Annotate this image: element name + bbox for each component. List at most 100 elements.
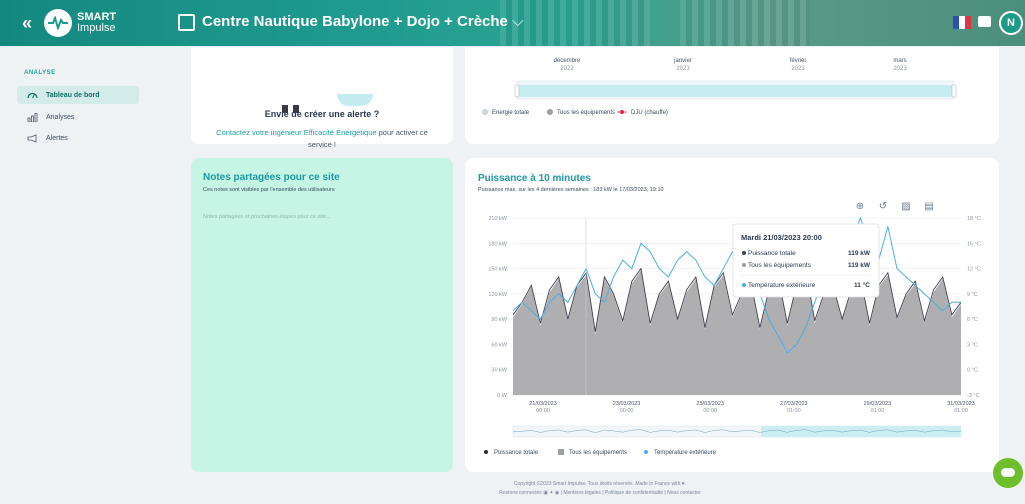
legend-marker	[644, 450, 648, 454]
notes-subtitle: Ces notes sont visibles par l'ensemble d…	[203, 187, 335, 193]
x-tick-date: 21/03/2023	[529, 401, 557, 407]
x-tick-date: 29/03/2023	[864, 401, 892, 407]
site-selector[interactable]: Centre Nautique Babylone + Dojo + Crèche…	[202, 13, 523, 30]
help-chat-button[interactable]	[993, 458, 1023, 488]
logo-pulse-icon	[44, 9, 72, 37]
legend-energy-total: Energie totale	[492, 110, 530, 116]
y-tick-label: 0 W	[497, 393, 508, 399]
power-chart-card: Puissance à 10 minutes Puissance max. su…	[465, 158, 999, 472]
chevron-down-icon: ⌵	[512, 13, 524, 30]
x-tick-time: 01:00	[787, 408, 801, 414]
building-icon	[178, 14, 195, 31]
legend-outdoor-temp: Température extérieure	[654, 450, 717, 456]
logo-text-line2: Impulse	[77, 22, 116, 34]
y-right-tick-label: -3 °C	[967, 393, 980, 399]
legend-marker	[484, 450, 488, 454]
month-year: 2023	[676, 66, 690, 72]
x-tick-date: 23/03/2023	[613, 401, 641, 407]
y-right-tick-label: 0 °C	[967, 368, 978, 374]
alert-text: Contactez votre ingénieur Efficacité Éne…	[211, 127, 433, 151]
tooltip-row-label: Température extérieure	[748, 282, 816, 289]
french-flag-icon[interactable]	[953, 16, 971, 29]
y-right-tick-label: 6 °C	[967, 317, 978, 323]
megaphone-icon	[27, 133, 37, 143]
energy-navigator-chart: décembre 2022 janvier 2023 février 2023 …	[482, 58, 957, 116]
y-tick-label: 210 kW	[488, 216, 507, 222]
copyright-text: Copyright ©2023 Smart Impulse, Tous droi…	[513, 481, 687, 487]
month-label: mars	[893, 58, 906, 64]
y-right-tick-label: 15 °C	[967, 241, 981, 247]
month-label: janvier	[673, 58, 692, 64]
alert-title: Envie de créer une alerte ?	[264, 109, 380, 119]
month-year: 2022	[560, 66, 574, 72]
sidebar: ANALYSE Tableau de bord Analyses Alertes	[0, 46, 150, 504]
collapse-sidebar-icon[interactable]: «	[22, 13, 42, 34]
tooltip-row-label: Puissance totale	[748, 250, 796, 257]
tooltip-marker	[742, 251, 746, 255]
bar-chart-icon	[27, 112, 38, 122]
y-right-tick-label: 3 °C	[967, 342, 978, 348]
sidebar-item-dashboard[interactable]: Tableau de bord	[17, 86, 139, 104]
top-header: « SMART Impulse Centre Nautique Babylone…	[0, 0, 1025, 46]
notes-card: Notes partagées pour ce site Ces notes s…	[191, 158, 453, 472]
legend-all-equipment: Tous les équipements	[569, 450, 627, 456]
navigator-selection[interactable]	[517, 85, 954, 97]
y-axis-left: 210 kW 180 kW 150 kW 120 kW 90 kW 60 kW 30 kW 0…	[488, 216, 507, 399]
sidebar-item-alerts[interactable]: Alertes	[17, 129, 139, 147]
tooltip-row-value: 119 kW	[848, 262, 871, 269]
tooltip-row-value: 11 °C	[854, 281, 870, 289]
x-tick-time: 00:00	[703, 408, 717, 414]
sidebar-item-label: Tableau de bord	[46, 91, 100, 99]
y-tick-label: 60 kW	[491, 342, 507, 348]
x-tick-time: 00:00	[620, 408, 634, 414]
y-right-tick-label: 12 °C	[967, 267, 981, 273]
month-year: 2023	[893, 66, 907, 72]
month-labels: décembre 2022 janvier 2023 février 2023 …	[554, 58, 908, 72]
month-label: décembre	[554, 58, 581, 64]
sidebar-item-label: Alertes	[46, 134, 68, 142]
y-tick-label: 150 kW	[488, 267, 507, 273]
sidebar-item-analyses[interactable]: Analyses	[17, 108, 139, 126]
y-tick-label: 90 kW	[491, 317, 507, 323]
footer-connect-label: Restons connectés	[499, 490, 542, 496]
notes-textarea[interactable]: Notes partagées et prochaines étapes pou…	[203, 214, 331, 220]
month-year: 2023	[791, 66, 805, 72]
smart-impulse-logo[interactable]: SMART Impulse	[44, 9, 116, 37]
x-tick-date: 25/03/2023	[696, 401, 724, 407]
power-chart: 210 kW 180 kW 150 kW 120 kW 90 kW 60 kW 30 kW 0…	[484, 216, 981, 456]
y-right-tick-label: 9 °C	[967, 292, 978, 298]
legend-total-power: Puissance totale	[494, 450, 539, 456]
message-icon[interactable]	[978, 16, 991, 27]
page-footer: Copyright ©2023 Smart Impulse, Tous droi…	[460, 480, 740, 498]
navigator-handle-right[interactable]	[951, 84, 957, 98]
user-avatar[interactable]: N	[999, 11, 1023, 35]
energy-legend: Energie totale Tous les équipements DJU …	[482, 109, 668, 116]
chart-tooltip: Mardi 21/03/2023 20:00 Puissance totale …	[732, 223, 880, 298]
notes-title: Notes partagées pour ce site	[203, 172, 340, 183]
site-title: Centre Nautique Babylone + Dojo + Crèche	[202, 13, 508, 30]
power-legend: Puissance totale Tous les équipements Te…	[484, 449, 717, 456]
tooltip-marker	[742, 283, 746, 287]
legend-all-equipment: Tous les équipements	[557, 110, 615, 116]
legend-dju: DJU (chauffe)	[631, 110, 668, 116]
tooltip-row-label: Tous les équipements	[748, 262, 812, 269]
x-tick-date: 27/03/2023	[780, 401, 808, 407]
x-tick-time: 01:00	[954, 408, 968, 414]
footer-links[interactable]: | Mentions légales | Politique de confid…	[561, 490, 701, 496]
contact-engineer-link[interactable]: Contactez votre ingénieur Efficacité Éne…	[216, 128, 376, 137]
y-axis-right: 18 °C 15 °C 12 °C 9 °C 6 °C 3 °C 0 °C -3 °C	[967, 216, 981, 399]
x-tick-time: 00:00	[536, 408, 550, 414]
x-tick-time: 01:00	[871, 408, 885, 414]
tooltip-title: Mardi 21/03/2023 20:00	[741, 233, 822, 242]
gauge-icon	[27, 92, 38, 99]
energy-chart-card: décembre 2022 janvier 2023 février 2023 …	[465, 47, 999, 144]
sidebar-section-title: ANALYSE	[24, 70, 56, 76]
legend-marker	[547, 109, 553, 115]
tooltip-marker	[742, 263, 746, 267]
alert-card: Envie de créer une alerte ? Contactez vo…	[191, 47, 453, 149]
x-axis: 21/03/202300:0023/03/202300:0025/03/2023…	[529, 401, 975, 414]
navigator-handle-left[interactable]	[514, 84, 520, 98]
y-tick-label: 30 kW	[491, 368, 507, 374]
legend-marker	[558, 449, 564, 455]
social-links-icons[interactable]: ▣ ✦ ◉	[543, 490, 559, 496]
